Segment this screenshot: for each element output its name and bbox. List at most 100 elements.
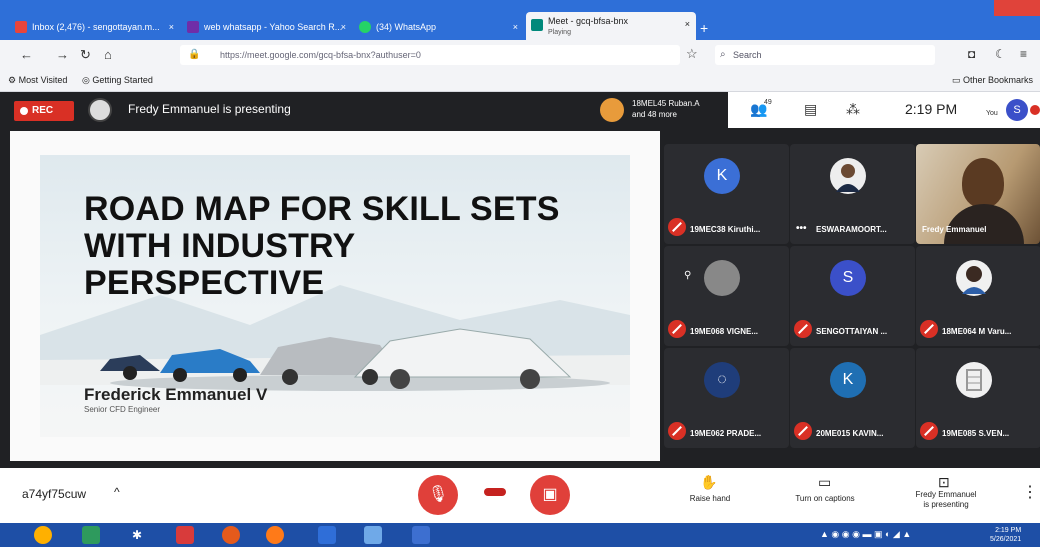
meet-control-bar: a74yf75cuw ^ 🎙 ▣ ✋ Raise hand ▭ Turn on … [0, 468, 1040, 523]
activities-icon[interactable]: ⁂ [846, 101, 860, 118]
participant-name: 20ME015 KAVIN... [816, 429, 884, 438]
firefox-icon[interactable] [266, 526, 284, 544]
forward-icon[interactable]: → [56, 47, 69, 62]
opera-icon[interactable] [222, 526, 240, 544]
meeting-stage: ROAD MAP FOR SKILL SETS WITH INDUSTRY PE… [0, 128, 1040, 468]
mic-off-icon [668, 320, 686, 338]
participant-tile[interactable]: 19ME085 S.VEN... [916, 348, 1040, 448]
close-icon[interactable]: × [169, 16, 174, 38]
participant-tile[interactable]: K 19MEC38 Kiruthi... [664, 144, 789, 244]
home-icon[interactable]: ⌂ [104, 47, 112, 62]
mic-off-icon [668, 422, 686, 440]
captions-label[interactable]: Turn on captions [780, 494, 870, 503]
paint-icon[interactable] [364, 526, 382, 544]
others-avatar [600, 98, 624, 122]
self-avatar[interactable]: S [1006, 99, 1028, 121]
others-label: 18MEL45 Ruban.A and 48 more [632, 98, 700, 120]
bookmark-star-icon[interactable]: ☆ [686, 46, 698, 62]
bookmark-getting-started[interactable]: ◎ Getting Started [82, 75, 153, 86]
participant-tile[interactable]: ⚲ 19ME068 VIGNE... [664, 246, 789, 346]
recording-badge: REC [14, 101, 74, 121]
slide-title-line: ROAD MAP FOR SKILL SETS [84, 190, 560, 228]
tab-whatsapp[interactable]: (34) WhatsApp × [354, 16, 524, 38]
pin-icon: ⚲ [684, 270, 692, 281]
meet-icon [531, 19, 543, 31]
menu-icon[interactable]: ≡ [1020, 47, 1027, 61]
presenting-status[interactable]: Fredy Emmanuel is presenting [898, 490, 994, 510]
close-icon[interactable]: × [685, 18, 690, 30]
participant-avatar [956, 362, 992, 398]
back-icon[interactable]: ← [20, 47, 33, 62]
tab-label: web whatsapp - Yahoo Search R... [204, 22, 343, 32]
presenter-body [944, 204, 1024, 244]
participants-count: 49 [764, 99, 772, 106]
explorer-icon[interactable] [412, 526, 430, 544]
tab-yahoo-search[interactable]: web whatsapp - Yahoo Search R... × [182, 16, 352, 38]
muted-indicator-icon [1030, 105, 1040, 115]
participant-tile[interactable]: 18ME064 M Varu... [916, 246, 1040, 346]
participant-tile[interactable]: ◌ 19ME062 PRADE... [664, 348, 789, 448]
url-text: https://meet.google.com/gcq-bfsa-bnx?aut… [220, 50, 421, 60]
participant-avatar [830, 158, 866, 194]
participant-name: 19ME085 S.VEN... [942, 429, 1010, 438]
cars-illustration [100, 328, 610, 391]
address-bar: ← → ↻ ⌂ 🔒 https://meet.google.com/gcq-bf… [0, 40, 1040, 70]
meeting-code[interactable]: a74yf75cuw [22, 487, 86, 501]
mic-off-icon [794, 320, 812, 338]
more-options-icon[interactable]: ⋮ [1022, 482, 1038, 502]
bookmark-other[interactable]: ▭ Other Bookmarks [952, 75, 1033, 86]
search-icon: ⌕ [720, 49, 726, 60]
participant-name: Fredy Emmanuel [922, 225, 987, 234]
url-field[interactable]: 🔒 https://meet.google.com/gcq-bfsa-bnx?a… [180, 45, 680, 65]
captions-icon[interactable]: ▭ [818, 474, 831, 491]
pocket-icon[interactable]: ◘ [968, 47, 975, 61]
mic-off-icon [794, 422, 812, 440]
search-app-icon[interactable] [34, 526, 52, 544]
new-tab-button[interactable]: + [700, 20, 708, 36]
window-close-button[interactable] [994, 0, 1040, 16]
search-input[interactable]: ⌕ Search [715, 45, 935, 65]
tab-label: Meet - gcq-bfsa-bnx [548, 16, 629, 26]
presenter-name: Frederick Emmanuel V [84, 385, 268, 404]
app-icon[interactable] [176, 526, 194, 544]
moon-icon[interactable]: ☾ [995, 47, 1006, 61]
participant-avatar: K [704, 158, 740, 194]
participant-name: 19MEC38 Kiruthi... [690, 225, 761, 234]
others-line-1: 18MEL45 Ruban.A [632, 99, 700, 108]
bookmark-most-visited[interactable]: ⚙ Most Visited [8, 75, 67, 86]
participant-tile[interactable]: K 20ME015 KAVIN... [790, 348, 915, 448]
close-icon[interactable]: × [513, 16, 518, 38]
raise-hand-label[interactable]: Raise hand [680, 494, 740, 503]
tab-playing-label: Playing [548, 29, 571, 36]
participant-avatar [704, 260, 740, 296]
close-icon[interactable]: × [341, 16, 346, 38]
participant-tile[interactable]: ••• ESWARAMOORT... [790, 144, 915, 244]
camera-toggle-button[interactable]: ▣ [530, 475, 570, 515]
presenter-role: Senior CFD Engineer [84, 405, 161, 414]
tab-gmail[interactable]: Inbox (2,476) - sengottayan.m... × [10, 16, 180, 38]
windows-taskbar: ✱ ▲ ◉ ◉ ◉ ▬ ▣ ◐ ◢ ▲ 2:19 PM 5/26/2021 [0, 523, 1040, 547]
bluetooth-icon[interactable]: ✱ [128, 526, 146, 544]
excel-icon[interactable] [82, 526, 100, 544]
present-icon[interactable]: ⊡ [938, 474, 950, 491]
record-dot-icon [20, 107, 28, 115]
presentation-slide: ROAD MAP FOR SKILL SETS WITH INDUSTRY PE… [40, 155, 630, 437]
participant-tile[interactable]: S SENGOTTAIYAN ... [790, 246, 915, 346]
presenter-avatar [88, 98, 112, 122]
taskbar-clock[interactable]: 2:19 PM 5/26/2021 [990, 526, 1021, 544]
leave-call-button[interactable] [484, 488, 506, 496]
tab-meet[interactable]: Meet - gcq-bfsa-bnx Playing × [526, 12, 696, 40]
reload-icon[interactable]: ↻ [80, 47, 91, 63]
chevron-up-icon[interactable]: ^ [114, 485, 120, 499]
teams-icon[interactable] [318, 526, 336, 544]
tab-label: Inbox (2,476) - sengottayan.m... [32, 22, 160, 32]
presenter-video-tile[interactable]: Fredy Emmanuel [916, 144, 1040, 244]
raise-hand-icon[interactable]: ✋ [700, 474, 717, 491]
chat-icon[interactable]: ▤ [804, 101, 817, 118]
presenting-line-1: Fredy Emmanuel [915, 490, 977, 499]
presenting-line-2: is presenting [923, 500, 969, 509]
system-tray[interactable]: ▲ ◉ ◉ ◉ ▬ ▣ ◐ ◢ ▲ [820, 529, 911, 540]
participant-avatar: S [830, 260, 866, 296]
mic-toggle-button[interactable]: 🎙 [418, 475, 458, 515]
participant-avatar: K [830, 362, 866, 398]
